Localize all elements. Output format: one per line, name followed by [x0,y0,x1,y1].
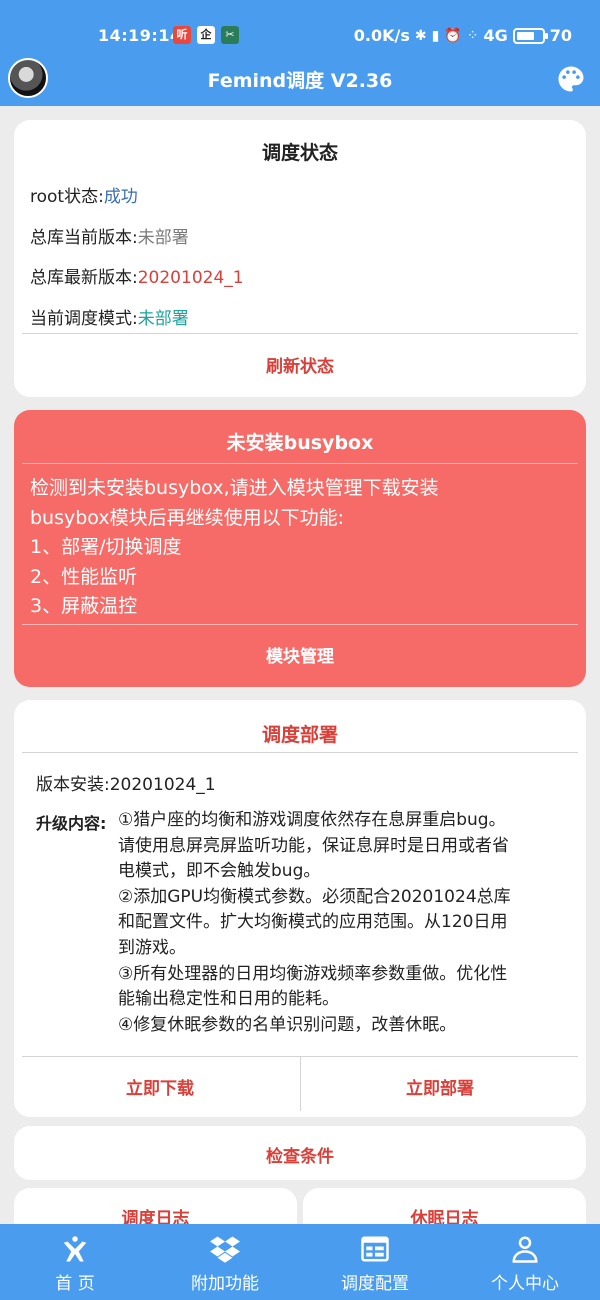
upgrade-line: 到游戏。 [118,937,186,958]
check-conditions-card[interactable]: 检查条件 [14,1126,586,1180]
row-value: 20201024_1 [137,268,244,288]
more-dots-icon: ⁘ [466,27,479,44]
nav-home[interactable]: 首 页 [0,1224,150,1300]
current-mode-row: 当前调度模式:未部署 [30,304,189,329]
deploy-now-button[interactable]: 立即部署 [300,1074,580,1099]
row-label: 总库最新版本: [30,268,138,288]
nav-label: 首 页 [55,1274,95,1294]
divider [22,624,578,625]
upgrade-content: ①猎户座的均衡和游戏调度依然存在息屏重启bug。 请使用息屏亮屏监听功能，保证息… [118,808,576,1038]
upgrade-line: 和配置文件。扩大均衡模式的应用范围。从120日用 [118,912,508,933]
message-line: 2、性能监听 [30,565,138,588]
nav-addons[interactable]: 附加功能 [150,1224,300,1300]
palette-icon[interactable] [556,64,586,94]
message-line: busybox模块后再继续使用以下功能: [30,506,344,529]
latest-version-row: 总库最新版本:20201024_1 [30,263,244,288]
upgrade-line: 请使用息屏亮屏监听功能，保证息屏时是日用或者省 [118,835,509,856]
bottom-nav: 首 页 附加功能 调度配置 个人中心 [0,1224,600,1300]
dropbox-icon [210,1236,240,1263]
upgrade-line: ②添加GPU均衡模式参数。必须配合20201024总库 [118,886,511,907]
root-status-row: root状态:成功 [30,182,138,207]
bluetooth-icon: ✱ [414,27,427,44]
version-label: 版本安装: [36,775,110,795]
upgrade-label: 升级内容: [36,814,107,833]
refresh-status-button[interactable]: 刷新状态 [14,352,586,377]
ting-notification-icon: 听 [173,26,191,44]
home-icon [63,1236,87,1262]
message-line: 检测到未安装busybox,请进入模块管理下载安装 [30,477,439,499]
row-value: 未部署 [137,228,189,248]
nav-label: 个人中心 [491,1274,559,1294]
nav-config[interactable]: 调度配置 [300,1224,450,1300]
vibrate-icon: ▮ [431,27,440,44]
download-now-button[interactable]: 立即下载 [20,1074,300,1099]
status-card-title: 调度状态 [261,142,338,164]
row-value: 未部署 [137,309,189,329]
config-icon [361,1236,389,1262]
nav-profile[interactable]: 个人中心 [450,1224,600,1300]
busybox-warning-card: 未安装busybox 检测到未安装busybox,请进入模块管理下载安装 bus… [14,410,586,687]
status-bar: 14:19:14 听 企 ✂ 0.0K/s ✱ ▮ ⏰ ⁘ 4G 70 [0,22,600,50]
upgrade-line: 能输出稳定性和日用的能耗。 [118,989,339,1010]
message-line: 1、部署/切换调度 [30,536,182,558]
message-line: 3、屏蔽温控 [30,595,138,617]
divider [22,333,578,334]
user-icon [512,1236,538,1263]
battery-percent: 70 [549,26,572,45]
divider [22,752,578,753]
deploy-card-title: 调度部署 [261,724,338,746]
divider [22,463,578,464]
upgrade-line: 电模式，即不会触发bug。 [118,861,321,882]
version-value: 20201024_1 [109,775,216,795]
app-title: Femind调度 V2.36 [207,70,393,92]
row-label: 总库当前版本: [30,228,138,248]
tool-notification-icon: ✂ [221,26,239,44]
upgrade-line: ③所有处理器的日用均衡游戏频率参数重做。优化性 [118,963,508,984]
qq-notification-icon: 企 [197,26,215,44]
row-value: 成功 [103,187,138,207]
nav-label: 附加功能 [191,1274,259,1294]
version-install: 版本安装:20201024_1 [36,770,216,795]
battery-icon [512,27,548,44]
notification-icons: 听 企 ✂ [173,26,239,44]
deploy-card: 调度部署 版本安装:20201024_1 升级内容: ①猎户座的均衡和游戏调度依… [14,700,586,1117]
row-label: 当前调度模式: [30,309,138,329]
row-label: root状态: [30,187,104,207]
alarm-icon: ⏰ [444,27,462,44]
upgrade-line: ①猎户座的均衡和游戏调度依然存在息屏重启bug。 [118,810,506,830]
busybox-message: 检测到未安装busybox,请进入模块管理下载安装 busybox模块后再继续使… [30,474,570,622]
module-manage-button[interactable]: 模块管理 [14,642,586,667]
busybox-card-title: 未安装busybox [226,432,374,454]
nav-label: 调度配置 [341,1274,409,1294]
current-version-row: 总库当前版本:未部署 [30,223,189,248]
status-card: 调度状态 root状态:成功 总库当前版本:未部署 总库最新版本:2020102… [14,120,586,397]
battery-fill [516,31,534,40]
upgrade-line: ④修复休眠参数的名单识别问题，改善休眠。 [118,1014,457,1035]
net-speed: 0.0K/s [353,26,410,45]
check-conditions-button[interactable]: 检查条件 [14,1142,586,1167]
network-type: 4G [483,26,508,45]
clock: 14:19:14 [98,26,182,45]
status-right: 0.0K/s ✱ ▮ ⏰ ⁘ 4G 70 [354,26,572,45]
top-bar: 14:19:14 听 企 ✂ 0.0K/s ✱ ▮ ⏰ ⁘ 4G 70 Femi… [0,0,600,106]
